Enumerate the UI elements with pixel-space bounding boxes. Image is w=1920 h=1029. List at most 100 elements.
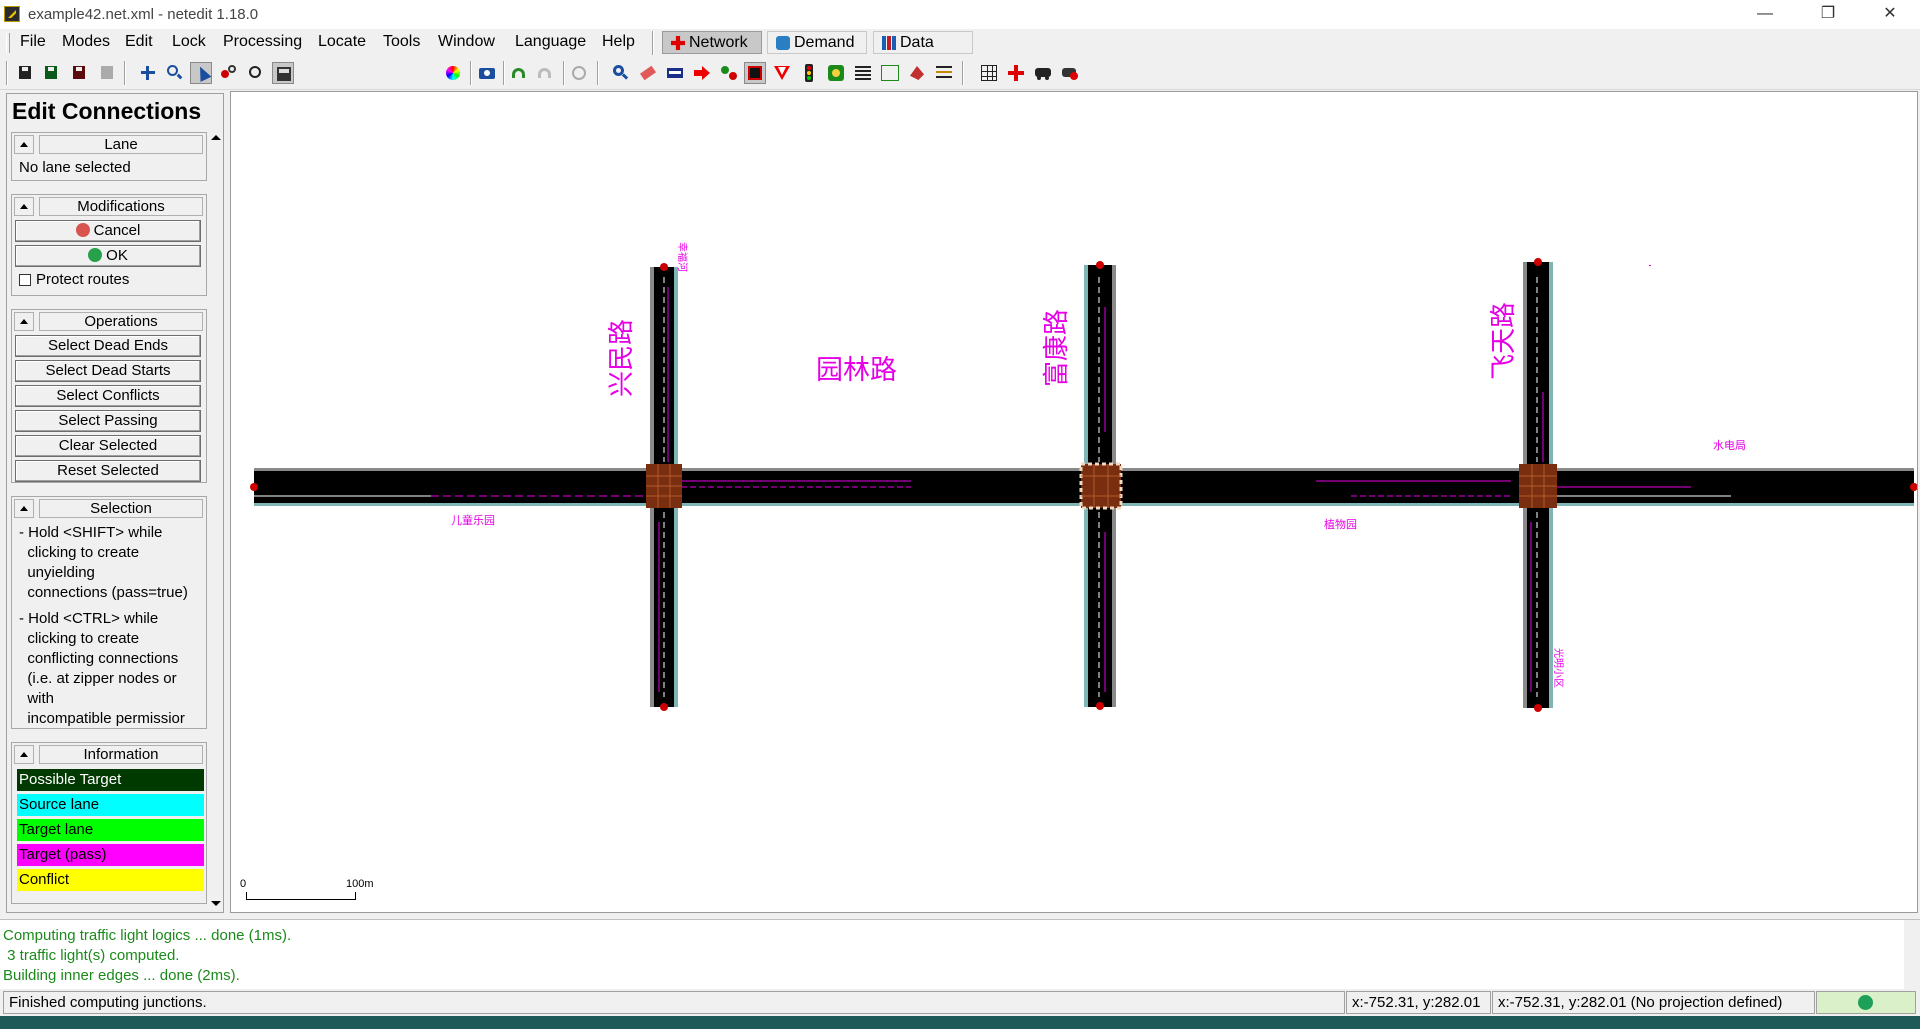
information-collapse-button[interactable]: [14, 745, 34, 764]
scroll-up-icon[interactable]: [211, 135, 221, 140]
prohibition-triangle-icon[interactable]: [771, 62, 793, 84]
operations-collapse-button[interactable]: [14, 312, 34, 331]
save-additionals-icon[interactable]: [96, 62, 118, 84]
menu-processing[interactable]: Processing: [223, 33, 302, 51]
message-log[interactable]: Computing traffic light logics ... done …: [0, 919, 1920, 989]
selection-help-line: conflicting connections: [19, 650, 179, 667]
select-icon[interactable]: [664, 62, 686, 84]
demand-mode-button[interactable]: Demand: [767, 31, 867, 54]
street-label-fukang: 富康路: [1041, 308, 1071, 387]
move-arrow-icon[interactable]: [691, 62, 713, 84]
inspect-mode-icon[interactable]: [244, 62, 266, 84]
ok-button[interactable]: OK: [15, 245, 201, 267]
select-conflicts-button[interactable]: Select Conflicts: [15, 385, 201, 407]
create-edge-icon[interactable]: [718, 62, 740, 84]
network-canvas[interactable]: 兴民路 园林路 富康路 飞天路 幸福河 儿童乐园 植物园 水电局 光明小区 0 …: [230, 91, 1918, 913]
connection-icon[interactable]: [744, 62, 766, 84]
information-frame-header: Information: [13, 744, 205, 765]
poi-label-4: 水电局: [1713, 440, 1746, 452]
log-line: Computing traffic light logics ... done …: [3, 927, 292, 944]
ok-check-icon: [88, 248, 103, 262]
menubar-grip: [6, 33, 10, 53]
save-all-icon[interactable]: [40, 62, 62, 84]
network-mode-label: Network: [689, 34, 748, 51]
status-coords-projection: x:-752.31, y:282.01 (No projection defin…: [1492, 991, 1815, 1014]
menu-locate[interactable]: Locate: [318, 33, 366, 51]
vehicle-red-icon[interactable]: [1059, 62, 1081, 84]
minimize-button[interactable]: —: [1735, 0, 1795, 29]
panel-scrollbar[interactable]: [207, 129, 223, 912]
taz-icon[interactable]: [879, 62, 901, 84]
crossing-icon[interactable]: [852, 62, 874, 84]
poi-label-5: 光明小区: [1552, 648, 1563, 688]
menu-modes[interactable]: Modes: [62, 33, 110, 51]
screenshot-icon[interactable]: [476, 62, 498, 84]
select-passing-button[interactable]: Select Passing: [15, 410, 201, 432]
selection-collapse-button[interactable]: [14, 499, 34, 518]
select-dead-starts-button[interactable]: Select Dead Starts: [15, 360, 201, 382]
log-scrollbar[interactable]: [1904, 920, 1920, 989]
clear-selected-button[interactable]: Clear Selected: [15, 435, 201, 457]
junction-1[interactable]: [646, 464, 682, 508]
move-view-icon[interactable]: [137, 62, 159, 84]
menu-edit[interactable]: Edit: [125, 33, 153, 51]
additional-icon[interactable]: [825, 62, 847, 84]
junction-3[interactable]: [1519, 464, 1557, 508]
cancel-button[interactable]: Cancel: [15, 220, 201, 242]
toolbar-separator: [124, 61, 126, 85]
traffic-light-icon[interactable]: [798, 62, 820, 84]
log-line: Building inner edges ... done (2ms).: [3, 967, 240, 984]
undo-icon[interactable]: [508, 62, 530, 84]
protect-routes-checkbox[interactable]: [19, 274, 31, 286]
status-bar: Finished computing junctions. x:-752.31,…: [0, 989, 1920, 1016]
select-mode-icon[interactable]: [190, 62, 212, 84]
status-ok-area: [1816, 991, 1916, 1014]
save-config-icon[interactable]: [68, 62, 90, 84]
lane-status-text: No lane selected: [19, 159, 131, 176]
junction-2[interactable]: [1079, 462, 1123, 510]
color-wheel-icon[interactable]: [442, 62, 464, 84]
menu-lock[interactable]: Lock: [172, 33, 206, 51]
menu-window[interactable]: Window: [438, 33, 495, 51]
menu-language[interactable]: Language: [515, 33, 586, 51]
modifications-collapse-button[interactable]: [14, 197, 34, 216]
modifications-frame-header: Modifications: [13, 196, 205, 217]
wire-icon[interactable]: [933, 62, 955, 84]
legend-source-lane: Source lane: [17, 794, 204, 816]
legend-possible-target: Possible Target: [17, 769, 204, 791]
lane-frame-header: Lane: [13, 134, 205, 155]
network-view[interactable]: [231, 92, 1918, 913]
close-button[interactable]: ✕: [1860, 0, 1920, 29]
operations-frame-title: Operations: [39, 312, 203, 331]
ok-button-label: OK: [106, 247, 128, 264]
zoom-icon[interactable]: [163, 62, 185, 84]
lane-collapse-button[interactable]: [14, 135, 34, 154]
data-mode-button[interactable]: Data: [873, 31, 973, 54]
delete-eraser-icon[interactable]: [637, 62, 659, 84]
grid-icon[interactable]: [978, 62, 1000, 84]
menu-bar: File Modes Edit Lock Processing Locate T…: [0, 29, 1920, 56]
add-junction-icon[interactable]: [1005, 62, 1027, 84]
recompute-icon[interactable]: [568, 62, 590, 84]
redo-icon[interactable]: [534, 62, 556, 84]
menu-tools[interactable]: Tools: [383, 33, 420, 51]
data-mode-label: Data: [900, 34, 934, 51]
reset-selected-button[interactable]: Reset Selected: [15, 460, 201, 482]
connection-mode-icon[interactable]: [217, 62, 239, 84]
selection-help-line: clicking to create: [19, 544, 140, 561]
vehicle-icon[interactable]: [1032, 62, 1054, 84]
selection-help-line: clicking to create: [19, 630, 140, 647]
inspect-icon[interactable]: [609, 62, 631, 84]
scroll-down-icon[interactable]: [211, 901, 221, 906]
shape-icon[interactable]: [906, 62, 928, 84]
maximize-button[interactable]: ❐: [1798, 0, 1858, 29]
network-mode-button[interactable]: Network: [662, 31, 762, 54]
protect-routes-label: Protect routes: [36, 271, 130, 288]
menu-help[interactable]: Help: [602, 33, 635, 51]
prohibition-mode-icon[interactable]: [272, 62, 294, 84]
save-network-icon[interactable]: [14, 62, 36, 84]
legend-target-pass: Target (pass): [17, 844, 204, 866]
menu-file[interactable]: File: [20, 33, 46, 51]
select-dead-ends-button[interactable]: Select Dead Ends: [15, 335, 201, 357]
legend-conflict: Conflict: [17, 869, 204, 891]
